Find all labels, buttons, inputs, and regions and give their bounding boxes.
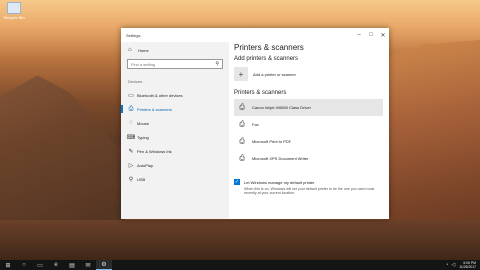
printer-name: Microsoft XPS Document Writer [252, 156, 309, 161]
checkbox-checked-icon[interactable]: ✓ [234, 179, 240, 185]
task-view-icon[interactable]: ▭ [32, 260, 48, 270]
settings-sidebar: ⌂ Home ⚲ Devices ▭ Bluetooth & other dev… [121, 42, 229, 219]
search-input[interactable] [131, 61, 211, 67]
clock-date: 11/26/2017 [459, 265, 476, 269]
volume-icon[interactable]: ◁ [451, 262, 455, 268]
window-controls: – □ ✕ [353, 28, 389, 42]
add-printer-button[interactable]: + Add a printer or scanner [234, 67, 383, 81]
home-icon: ⌂ [128, 47, 132, 53]
home-label: Home [138, 47, 149, 53]
printer-item[interactable]: ⎙ Fax [234, 116, 383, 133]
printer-name: Microsoft Print to PDF [252, 139, 292, 144]
settings-content: Printers & scanners Add printers & scann… [234, 42, 383, 219]
section-label: Devices [128, 79, 143, 84]
system-tray: ◔ ◁ 6:06 PM 11/26/2017 [442, 260, 476, 270]
window-title: Settings [126, 32, 141, 38]
taskbar: ⊞ ○ ▭ e ▤ ✉ ⚙ ◔ ◁ 6:06 PM 11/26/2017 [0, 260, 480, 270]
desktop-icon-label: Recycle Bin [3, 15, 25, 20]
bluetooth-devices-icon: ▭ [128, 92, 134, 99]
network-icon[interactable]: ◔ [445, 262, 448, 268]
edge-browser-icon[interactable]: e [48, 260, 64, 270]
sidebar-item-mouse[interactable]: ◌ Mouse [121, 116, 229, 130]
settings-window: Settings – □ ✕ ⌂ Home ⚲ Devices ▭ Blueto… [121, 28, 389, 219]
sidebar-item-label: Bluetooth & other devices [137, 92, 183, 98]
printer-icon: ⎙ [239, 154, 245, 162]
plus-icon: + [234, 67, 248, 81]
maximize-button[interactable]: □ [365, 28, 377, 42]
printer-name: Fax [252, 122, 259, 127]
add-printer-label: Add a printer or scanner [253, 71, 296, 77]
settings-taskbar-icon[interactable]: ⚙ [96, 260, 112, 270]
sidebar-item-printers[interactable]: ⎙ Printers & scanners [121, 102, 229, 116]
sidebar-item-bluetooth[interactable]: ▭ Bluetooth & other devices [121, 88, 229, 102]
recycle-bin-icon [7, 2, 21, 14]
sidebar-item-label: USB [137, 176, 146, 182]
home-link[interactable]: ⌂ Home [121, 44, 229, 56]
sidebar-item-autoplay[interactable]: ▷ AutoPlay [121, 158, 229, 172]
sidebar-item-label: Printers & scanners [137, 106, 172, 112]
cortana-search-icon[interactable]: ○ [16, 260, 32, 270]
sidebar-item-label: Typing [137, 134, 149, 140]
checkbox-label: Let Windows manage my default printer [244, 179, 315, 185]
canyon-background-bottom [0, 220, 480, 260]
start-button[interactable]: ⊞ [0, 260, 16, 270]
printer-item[interactable]: ⎙ Canon Inkjet iX6800 Class Driver [234, 99, 383, 116]
default-printer-hint: When this is on, Windows will set your d… [244, 187, 375, 195]
keyboard-icon: ⌨ [126, 134, 136, 141]
printer-item[interactable]: ⎙ Microsoft XPS Document Writer [234, 150, 383, 167]
clock[interactable]: 6:06 PM 11/26/2017 [459, 261, 476, 269]
mouse-icon: ◌ [129, 120, 133, 126]
printer-item[interactable]: ⎙ Microsoft Print to PDF [234, 133, 383, 150]
add-heading: Add printers & scanners [234, 56, 299, 62]
sidebar-item-typing[interactable]: ⌨ Typing [121, 130, 229, 144]
printer-icon: ⎙ [128, 105, 134, 112]
printer-icon: ⎙ [239, 103, 245, 111]
sidebar-item-label: Mouse [137, 120, 150, 126]
printer-list: ⎙ Canon Inkjet iX6800 Class Driver ⎙ Fax… [234, 99, 383, 167]
close-button[interactable]: ✕ [377, 28, 389, 42]
pen-icon: ✎ [128, 148, 134, 155]
sidebar-item-pen[interactable]: ✎ Pen & Windows Ink [121, 144, 229, 158]
page-title: Printers & scanners [234, 43, 304, 52]
sidebar-item-usb[interactable]: ⚲ USB [121, 172, 229, 186]
sidebar-item-label: Pen & Windows Ink [137, 148, 172, 154]
printer-icon: ⎙ [239, 137, 245, 145]
file-explorer-icon[interactable]: ▤ [64, 260, 80, 270]
minimize-button[interactable]: – [353, 28, 365, 42]
fax-icon: ⎙ [239, 120, 245, 128]
autoplay-icon: ▷ [128, 162, 134, 169]
printer-name: Canon Inkjet iX6800 Class Driver [252, 105, 311, 110]
settings-search[interactable]: ⚲ [127, 59, 223, 69]
title-bar[interactable]: Settings – □ ✕ [121, 28, 389, 42]
sidebar-item-label: AutoPlay [137, 162, 154, 168]
search-icon[interactable]: ⚲ [215, 61, 219, 67]
usb-icon: ⚲ [128, 176, 134, 183]
list-heading: Printers & scanners [234, 90, 287, 96]
mail-icon[interactable]: ✉ [80, 260, 96, 270]
desktop-recycle-bin[interactable]: Recycle Bin [3, 2, 25, 20]
default-printer-checkbox[interactable]: ✓ Let Windows manage my default printer [234, 179, 383, 185]
